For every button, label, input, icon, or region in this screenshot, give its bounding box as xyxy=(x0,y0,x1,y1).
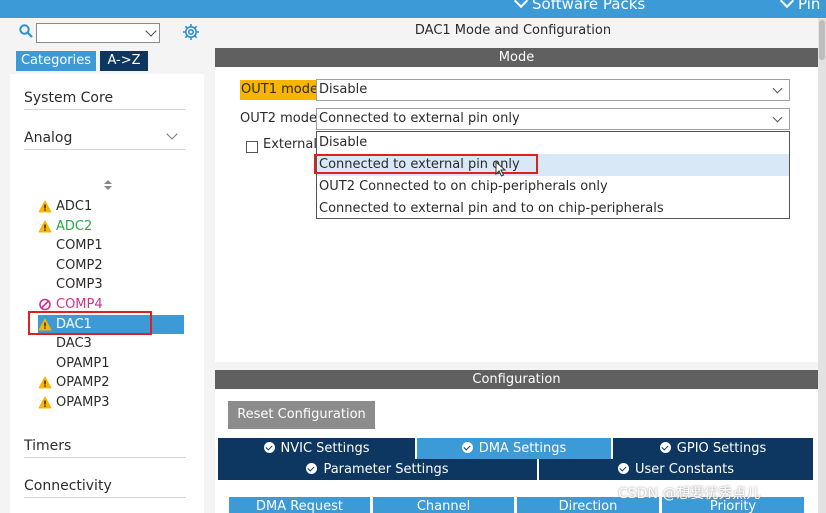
tab-label: Parameter Settings xyxy=(323,462,449,477)
check-circle-icon xyxy=(461,442,473,453)
right-scrollbar[interactable] xyxy=(818,18,826,513)
out2-mode-value: Connected to external pin only xyxy=(319,111,520,126)
pinout-label: Pin xyxy=(798,0,821,13)
check-circle-icon xyxy=(659,442,671,453)
section-timers[interactable]: Timers xyxy=(24,434,242,458)
search-icon[interactable] xyxy=(19,24,33,38)
analog-item-label: OPAMP2 xyxy=(56,375,110,390)
page-title: DAC1 Mode and Configuration xyxy=(414,23,612,38)
out2-mode-label: OUT2 mode xyxy=(240,111,317,126)
analog-item-label: OPAMP1 xyxy=(56,356,110,371)
section-label: Timers xyxy=(24,438,72,454)
chevron-down-icon xyxy=(513,0,529,9)
top-toolbar: Software Packs Pin xyxy=(0,0,826,18)
tab-user-constants[interactable]: User Constants xyxy=(539,459,813,480)
section-label: System Core xyxy=(24,90,114,106)
tab-dma-settings[interactable]: DMA Settings xyxy=(417,438,611,459)
watermark-text: CSDN @想要优秀点儿 xyxy=(618,486,761,502)
gear-icon[interactable] xyxy=(182,23,200,41)
mode-config-pane: DAC1 Mode and Configuration Mode OUT1 mo… xyxy=(208,18,818,513)
column-header-channel[interactable]: Channel xyxy=(373,497,514,513)
tab-nvic-settings[interactable]: NVIC Settings xyxy=(218,438,415,459)
scrollbar-thumb[interactable] xyxy=(819,20,825,60)
tab-label: GPIO Settings xyxy=(676,441,767,456)
analog-item-label: COMP2 xyxy=(56,258,103,273)
analog-item-comp3[interactable]: COMP3 xyxy=(38,275,184,294)
analog-item-opamp3[interactable]: OPAMP3 xyxy=(38,393,184,412)
analog-item-label: COMP3 xyxy=(56,277,103,292)
section-label: Analog xyxy=(24,130,73,146)
analog-item-adc2[interactable]: ADC2 xyxy=(38,217,184,236)
software-packs-label: Software Packs xyxy=(532,0,646,13)
highlight-box xyxy=(28,311,152,335)
chevron-down-icon xyxy=(772,112,783,123)
tab-a-z[interactable]: A->Z xyxy=(100,51,148,71)
software-packs-menu[interactable]: Software Packs xyxy=(513,0,646,13)
analog-item-opamp1[interactable]: OPAMP1 xyxy=(38,354,184,373)
categories-pane: Categories A->Z System Core Analog ADC1 A… xyxy=(0,18,386,513)
check-circle-icon xyxy=(263,442,275,453)
mode-header: Mode xyxy=(215,48,818,67)
analog-item-adc1[interactable]: ADC1 xyxy=(38,197,184,216)
category-list: System Core Analog ADC1 ADC2 COMP1 COMP2 COM… xyxy=(10,74,386,513)
analog-item-comp1[interactable]: COMP1 xyxy=(38,236,184,255)
tab-label: NVIC Settings xyxy=(280,441,370,456)
warning-icon xyxy=(38,396,52,409)
mouse-cursor-icon xyxy=(495,161,507,177)
section-connectivity[interactable]: Connectivity xyxy=(24,474,242,498)
section-analog[interactable]: Analog xyxy=(24,126,186,150)
analog-item-label: DAC3 xyxy=(56,336,92,351)
analog-item-label: COMP1 xyxy=(56,238,103,253)
pinout-menu[interactable]: Pin xyxy=(779,0,821,13)
chevron-down-icon xyxy=(779,0,795,9)
analog-item-label: ADC1 xyxy=(56,199,93,214)
out1-mode-select[interactable]: Disable xyxy=(316,79,790,101)
analog-item-dac3[interactable]: DAC3 xyxy=(38,334,184,353)
dropdown-option[interactable]: OUT2 Connected to on chip-peripherals on… xyxy=(317,176,789,198)
section-label: Connectivity xyxy=(24,478,112,494)
scrollbar-track[interactable] xyxy=(194,74,386,513)
warning-icon xyxy=(38,220,52,233)
out2-mode-dropdown: Disable Connected to external pin only O… xyxy=(316,131,790,219)
analog-item-label: ADC2 xyxy=(56,219,93,234)
disabled-icon xyxy=(38,298,52,311)
chevron-down-icon xyxy=(166,128,178,140)
out1-mode-value: Disable xyxy=(319,82,368,97)
tab-gpio-settings[interactable]: GPIO Settings xyxy=(613,438,813,459)
chevron-down-icon xyxy=(772,83,783,94)
warning-icon xyxy=(38,376,52,389)
analog-item-comp2[interactable]: COMP2 xyxy=(38,256,184,275)
out1-mode-label: OUT1 mode xyxy=(240,80,319,100)
chevron-down-icon[interactable] xyxy=(145,25,157,37)
tab-parameter-settings[interactable]: Parameter Settings xyxy=(218,459,537,480)
section-system-core[interactable]: System Core xyxy=(24,86,242,110)
tab-label: DMA Settings xyxy=(478,441,567,456)
check-circle-icon xyxy=(306,463,318,474)
external-trigger-checkbox[interactable] xyxy=(246,141,258,153)
dropdown-option[interactable]: Connected to external pin and to on chip… xyxy=(317,198,789,220)
column-header-dma-request[interactable]: DMA Request xyxy=(229,497,370,513)
check-circle-icon xyxy=(618,463,629,474)
search-input[interactable] xyxy=(36,23,160,43)
out2-mode-select[interactable]: Connected to external pin only xyxy=(316,108,790,130)
tab-label: User Constants xyxy=(635,462,734,477)
tab-categories[interactable]: Categories xyxy=(16,51,96,71)
reset-configuration-button[interactable]: Reset Configuration xyxy=(228,401,375,429)
analog-item-label: OPAMP3 xyxy=(56,395,110,410)
external-checkbox-label: External xyxy=(263,137,317,152)
analog-item-opamp2[interactable]: OPAMP2 xyxy=(38,373,184,392)
warning-icon xyxy=(38,200,52,213)
dropdown-option[interactable]: Disable xyxy=(317,132,789,154)
configuration-header: Configuration xyxy=(215,370,818,389)
